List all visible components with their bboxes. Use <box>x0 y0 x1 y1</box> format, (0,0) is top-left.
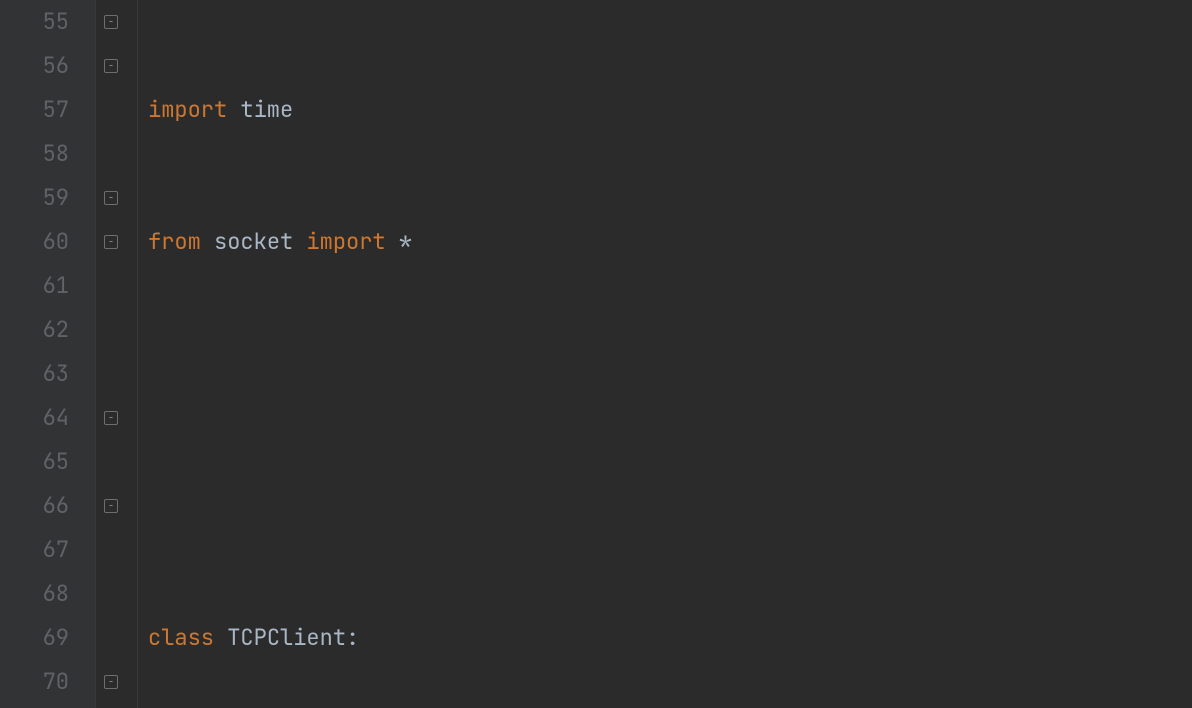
line-number: 70 <box>0 660 69 704</box>
line-number: 60 <box>0 220 69 264</box>
fold-toggle-icon[interactable]: − <box>104 499 118 513</box>
star-operator: * <box>399 227 412 256</box>
line-number: 57 <box>0 88 69 132</box>
fold-toggle-icon[interactable]: − <box>104 59 118 73</box>
fold-toggle-icon[interactable]: − <box>104 235 118 249</box>
line-number-gutter: 55 56 57 58 59 60 61 62 63 64 65 66 67 6… <box>0 0 96 708</box>
fold-toggle-icon[interactable]: − <box>104 675 118 689</box>
code-line[interactable] <box>148 352 1192 396</box>
code-editor[interactable]: 55 56 57 58 59 60 61 62 63 64 65 66 67 6… <box>0 0 1192 708</box>
line-number: 56 <box>0 44 69 88</box>
keyword-from: from <box>148 227 201 256</box>
code-line[interactable] <box>148 484 1192 528</box>
fold-toggle-icon[interactable]: − <box>104 411 118 425</box>
line-number: 65 <box>0 440 69 484</box>
line-number: 62 <box>0 308 69 352</box>
code-area[interactable]: import time from socket import * class T… <box>138 0 1192 708</box>
fold-toggle-icon[interactable]: − <box>104 191 118 205</box>
colon: : <box>346 623 359 652</box>
line-number: 58 <box>0 132 69 176</box>
fold-toggle-icon[interactable]: − <box>104 15 118 29</box>
code-line[interactable]: import time <box>148 88 1192 132</box>
code-line[interactable]: from socket import * <box>148 220 1192 264</box>
line-number: 67 <box>0 528 69 572</box>
keyword-import: import <box>148 95 227 124</box>
keyword-class: class <box>148 623 214 652</box>
keyword-import: import <box>306 227 385 256</box>
class-name: TCPClient <box>227 623 346 652</box>
line-number: 68 <box>0 572 69 616</box>
module-name: socket <box>214 227 293 256</box>
line-number: 64 <box>0 396 69 440</box>
line-number: 59 <box>0 176 69 220</box>
line-number: 61 <box>0 264 69 308</box>
line-number: 55 <box>0 0 69 44</box>
line-number: 63 <box>0 352 69 396</box>
fold-column: − − − − − − − <box>96 0 138 708</box>
module-name: time <box>240 95 293 124</box>
line-number: 69 <box>0 616 69 660</box>
code-line[interactable]: class TCPClient: <box>148 616 1192 660</box>
line-number: 66 <box>0 484 69 528</box>
